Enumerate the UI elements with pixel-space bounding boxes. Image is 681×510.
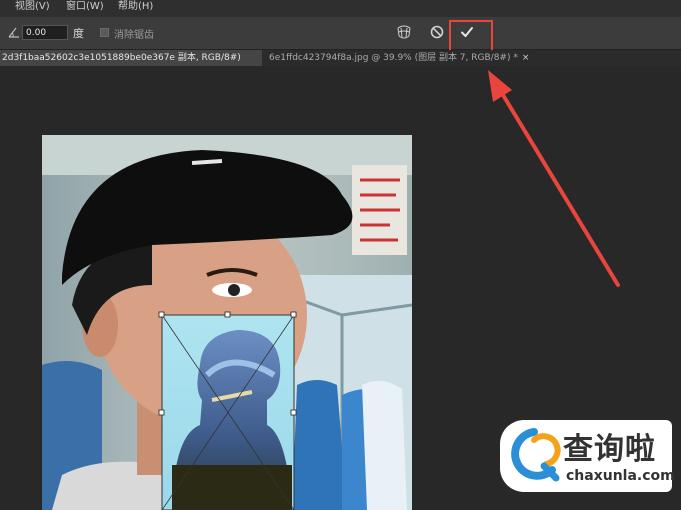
document-tabs: 2d3f1baa52602c3e1051889be0e367e 副本, RGB/… [0, 50, 681, 66]
magnifier-logo-icon [511, 428, 561, 482]
watermark-brand-text: 查询啦 [563, 432, 656, 467]
angle-icon [8, 27, 19, 38]
warp-icon[interactable] [395, 23, 413, 41]
antialias-checkbox[interactable] [100, 28, 109, 37]
angle-unit-label: 度 [73, 27, 84, 40]
antialias-label: 消除锯齿 [114, 30, 154, 41]
menu-window[interactable]: 窗口(W) [66, 0, 104, 14]
tab-document-1[interactable]: 2d3f1baa52602c3e1051889be0e367e 副本, RGB/… [0, 50, 262, 66]
tab-label: 6e1ffdc423794f8a.jpg @ 39.9% (图层 副本 7, R… [269, 53, 518, 63]
watermark-url-text: chaxunla.com [566, 468, 675, 484]
close-icon[interactable]: × [522, 53, 530, 63]
menu-view[interactable]: 视图(V) [15, 0, 50, 14]
tab-document-2[interactable]: 6e1ffdc423794f8a.jpg @ 39.9% (图层 副本 7, R… [264, 50, 559, 66]
rotation-angle-input[interactable] [22, 25, 68, 40]
options-bar: 度 消除锯齿 [0, 17, 681, 50]
menu-bar: 视图(V) 窗口(W) 帮助(H) [0, 0, 681, 17]
document-image[interactable] [42, 135, 412, 510]
watermark-logo: 查询啦 chaxunla.com [500, 420, 675, 492]
tab-label: 2d3f1baa52602c3e1051889be0e367e 副本, RGB/… [2, 53, 241, 63]
menu-help[interactable]: 帮助(H) [118, 0, 153, 14]
cancel-icon[interactable] [428, 23, 446, 41]
